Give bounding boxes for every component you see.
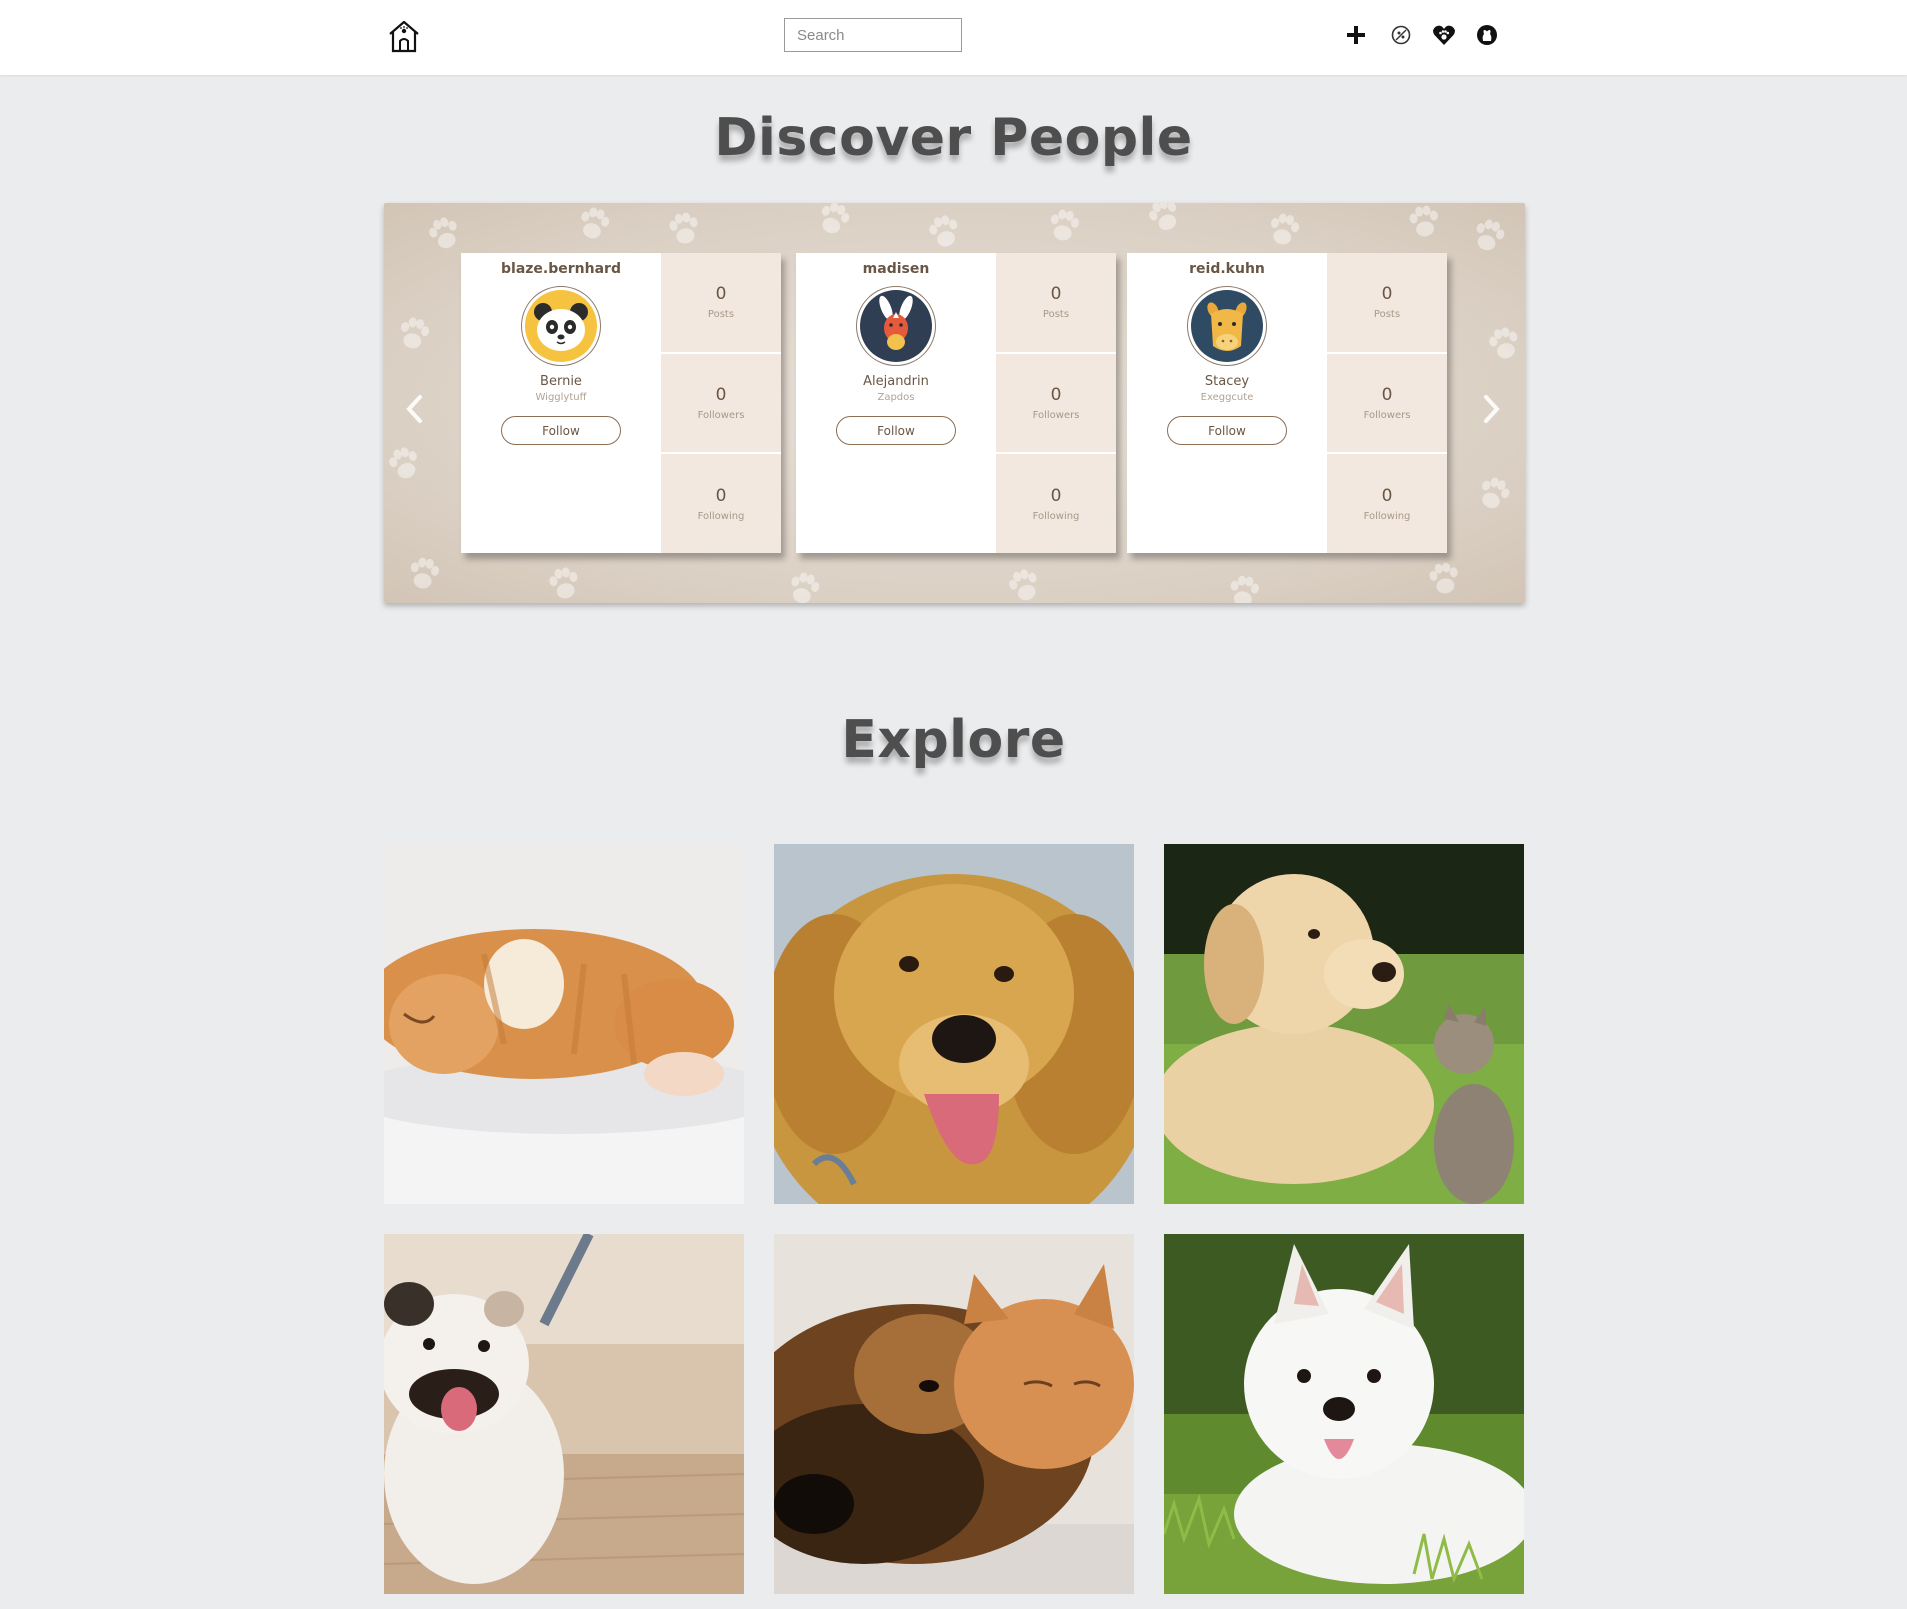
followers-label: Followers	[1363, 410, 1411, 421]
posts-stat[interactable]: 0 Posts	[1327, 253, 1447, 354]
profile-card: madisen Alejandrin Zapdos Follow 0 Posts…	[796, 253, 1116, 553]
avatar[interactable]	[856, 286, 936, 366]
followers-count: 0	[1050, 385, 1062, 405]
following-stat[interactable]: 0 Following	[661, 454, 781, 553]
username[interactable]: reid.kuhn	[1127, 261, 1327, 277]
follow-button[interactable]: Follow	[501, 416, 621, 445]
following-count: 0	[1381, 485, 1393, 506]
followers-count: 0	[715, 385, 727, 405]
followers-label: Followers	[1032, 410, 1080, 421]
explore-photo-labrador-puppy-with-kitten[interactable]	[1164, 844, 1524, 1204]
followers-stat[interactable]: 0 Followers	[661, 354, 781, 455]
pet-name: Alejandrin	[863, 374, 929, 389]
follow-button[interactable]: Follow	[1167, 416, 1287, 445]
following-label: Following	[1363, 510, 1411, 522]
profile-card-info: reid.kuhn Stacey Exeggcute Follow	[1127, 253, 1327, 553]
following-count: 0	[715, 485, 727, 506]
profile-card: blaze.bernhard Bernie Wigglytuff Follow …	[461, 253, 781, 553]
github-icon[interactable]	[1475, 23, 1499, 47]
carousel-next-arrow[interactable]	[1476, 391, 1506, 427]
pet-name: Stacey	[1204, 374, 1250, 389]
posts-label: Posts	[1373, 309, 1401, 321]
following-stat[interactable]: 0 Following	[1327, 454, 1447, 553]
explore-photo-german-shepherd-with-cat[interactable]	[774, 1234, 1134, 1594]
profile-card-info: blaze.bernhard Bernie Wigglytuff Follow	[461, 253, 661, 553]
top-navbar	[0, 0, 1907, 75]
posts-label: Posts	[1042, 309, 1070, 321]
pet-name: Bernie	[540, 374, 582, 389]
camel-avatar-icon	[1191, 290, 1263, 362]
posts-label: Posts	[707, 309, 735, 321]
search-input[interactable]	[784, 18, 962, 52]
paw-heart-icon[interactable]	[1432, 23, 1456, 47]
carousel-prev-arrow[interactable]	[400, 391, 430, 427]
explore-photo-bulldog-on-leash[interactable]	[384, 1234, 744, 1594]
panda-avatar-icon	[525, 290, 597, 362]
profile-card-info: madisen Alejandrin Zapdos Follow	[796, 253, 996, 553]
username[interactable]: blaze.bernhard	[461, 261, 661, 277]
posts-count: 0	[1050, 284, 1062, 305]
profile-card: reid.kuhn Stacey Exeggcute Follow 0 Post…	[1127, 253, 1447, 553]
donkey-avatar-icon	[860, 290, 932, 362]
pet-type: Wigglytuff	[535, 392, 587, 403]
following-count: 0	[1050, 485, 1062, 506]
explore-photo-golden-retriever-puppy[interactable]	[774, 844, 1134, 1204]
posts-count: 0	[1381, 284, 1393, 305]
explore-photo-west-highland-terrier[interactable]	[1164, 1234, 1524, 1594]
explore-heading: Explore	[841, 710, 1066, 770]
followers-count: 0	[1381, 385, 1393, 405]
explore-photo-sleeping-orange-cat[interactable]	[384, 844, 744, 1204]
followers-stat[interactable]: 0 Followers	[996, 354, 1116, 455]
follow-button[interactable]: Follow	[836, 416, 956, 445]
followers-stat[interactable]: 0 Followers	[1327, 354, 1447, 455]
posts-stat[interactable]: 0 Posts	[661, 253, 781, 354]
pet-icon[interactable]	[1389, 23, 1413, 47]
pet-type: Exeggcute	[1200, 392, 1254, 403]
avatar[interactable]	[1187, 286, 1267, 366]
discover-people-heading: Discover People	[714, 108, 1193, 168]
discover-carousel: blaze.bernhard Bernie Wigglytuff Follow …	[384, 203, 1525, 603]
pet-type: Zapdos	[877, 392, 915, 403]
plus-icon[interactable]	[1344, 23, 1368, 47]
following-label: Following	[1032, 510, 1080, 522]
home-icon[interactable]	[385, 17, 423, 55]
posts-count: 0	[715, 284, 727, 305]
profile-stats: 0 Posts 0 Followers 0 Following	[1327, 253, 1447, 553]
avatar[interactable]	[521, 286, 601, 366]
following-label: Following	[697, 510, 745, 522]
profile-stats: 0 Posts 0 Followers 0 Following	[996, 253, 1116, 553]
following-stat[interactable]: 0 Following	[996, 454, 1116, 553]
posts-stat[interactable]: 0 Posts	[996, 253, 1116, 354]
profile-stats: 0 Posts 0 Followers 0 Following	[661, 253, 781, 553]
username[interactable]: madisen	[796, 261, 996, 277]
followers-label: Followers	[697, 410, 745, 421]
